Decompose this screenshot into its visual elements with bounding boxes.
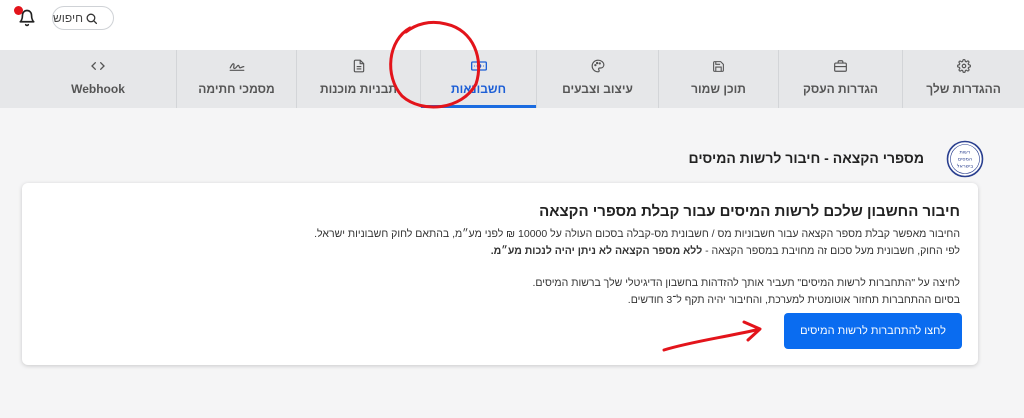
card-description-line-4: בסיום ההתחברות תחזור אוטומטית למערכת, וה… xyxy=(627,294,960,306)
bell-icon xyxy=(19,9,35,27)
tab-label: מסמכי חתימה xyxy=(198,82,275,96)
card-description-line-1: החיבור מאפשר קבלת מספר הקצאה עבור חשבוני… xyxy=(314,228,960,240)
tab-label: Webhook xyxy=(71,82,125,96)
briefcase-icon xyxy=(834,60,847,72)
line-2-text: לפי החוק, חשבונית מעל סכום זה מחויבת במס… xyxy=(702,245,960,257)
logo-line-1: רשות xyxy=(959,150,970,156)
banknote-icon xyxy=(470,61,487,71)
tab-accounting[interactable]: חשבונאות xyxy=(420,50,536,108)
tab-personal-settings[interactable]: ההגדרות שלך xyxy=(902,50,1024,108)
search-icon xyxy=(86,13,98,24)
tab-label: תבניות מוכנות xyxy=(319,82,398,96)
tab-webhook[interactable]: Webhook xyxy=(20,50,176,108)
tab-signature-documents[interactable]: מסמכי חתימה xyxy=(176,50,296,108)
tab-saved-content[interactable]: תוכן שמור xyxy=(658,50,778,108)
settings-tabs: ההגדרות שלך הגדרות העסק תוכן שמור עיצוב … xyxy=(0,50,1024,108)
card-description-line-3: לחיצה על "התחברות לרשות המיסים" תעביר או… xyxy=(532,277,960,289)
line-2-warning: ללא מספר הקצאה לא ניתן יהיה לנכות מע״מ. xyxy=(490,245,703,257)
save-icon xyxy=(713,60,724,72)
card-description-line-2: לפי החוק, חשבונית מעל סכום זה מחויבת במס… xyxy=(40,243,960,260)
section-title: מספרי הקצאה - חיבור לרשות המיסים xyxy=(688,150,924,166)
palette-icon xyxy=(591,59,604,73)
logo-line-2: המסים xyxy=(958,157,972,163)
connect-tax-authority-button[interactable]: לחצו להתחברות לרשות המיסים xyxy=(784,313,962,349)
document-icon xyxy=(353,59,364,73)
code-icon xyxy=(91,62,105,70)
card-heading: חיבור החשבון שלכם לרשות המיסים עבור קבלת… xyxy=(539,203,960,220)
tab-design-colors[interactable]: עיצוב וצבעים xyxy=(536,50,658,108)
tab-templates[interactable]: תבניות מוכנות xyxy=(296,50,420,108)
logo-line-3: בישראל xyxy=(957,164,974,170)
tab-label: ההגדרות שלך xyxy=(926,82,1001,96)
gear-icon xyxy=(956,59,971,73)
search-placeholder: חיפוש xyxy=(53,11,83,25)
notifications-button[interactable] xyxy=(14,6,42,32)
tax-authority-logo: רשות המסים בישראל xyxy=(946,140,984,178)
tab-label: הגדרות העסק xyxy=(802,82,879,96)
tax-connection-card: חיבור החשבון שלכם לרשות המיסים עבור קבלת… xyxy=(22,183,978,365)
tab-label: תוכן שמור xyxy=(691,82,746,96)
signature-icon xyxy=(229,63,244,71)
tab-business-settings[interactable]: הגדרות העסק xyxy=(778,50,902,108)
tab-label: חשבונאות xyxy=(451,82,506,96)
search-input[interactable]: חיפוש xyxy=(52,6,114,30)
top-bar: חיפוש xyxy=(0,0,1024,50)
tab-label: עיצוב וצבעים xyxy=(562,82,633,96)
